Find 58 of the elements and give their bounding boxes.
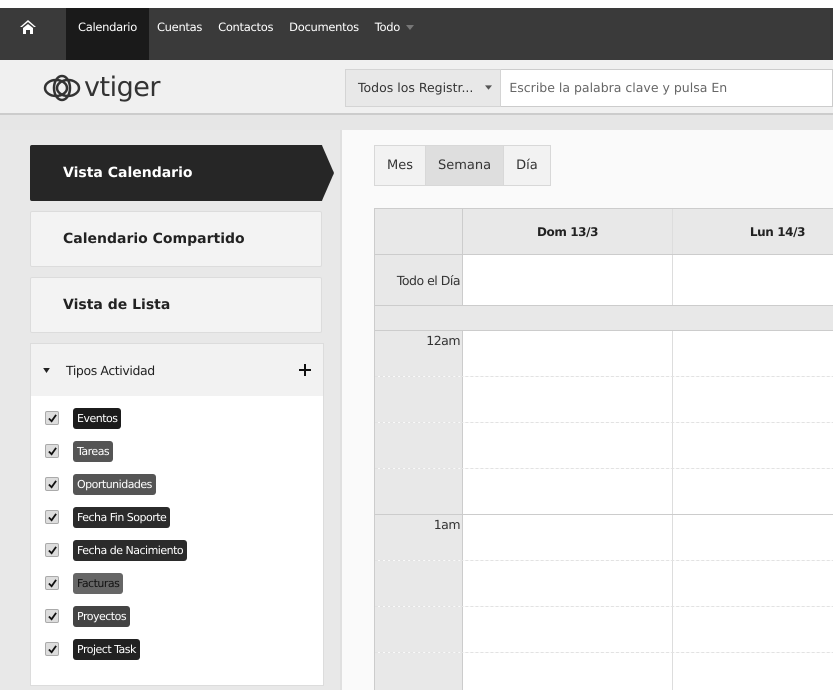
time-slot[interactable] <box>463 423 673 468</box>
checkbox[interactable] <box>45 510 59 524</box>
nav-tab[interactable]: Cuentas <box>148 8 210 60</box>
collapse-icon[interactable] <box>43 368 50 372</box>
time-slot[interactable] <box>463 331 673 376</box>
time-slot[interactable] <box>673 515 833 560</box>
nav-tab[interactable]: Calendario <box>66 8 149 60</box>
sidebar-item[interactable]: Calendario Compartido <box>30 211 322 267</box>
activity-tag: Facturas <box>73 572 124 594</box>
time-slot[interactable] <box>463 469 673 514</box>
home-icon[interactable] <box>20 20 36 34</box>
checkbox[interactable] <box>45 411 59 425</box>
activity-tag: Tareas <box>73 440 114 462</box>
checkbox[interactable] <box>45 543 59 557</box>
time-slot[interactable] <box>673 607 833 652</box>
day-header: Lun 14/3 <box>673 209 833 254</box>
time-slot[interactable] <box>673 561 833 606</box>
activity-tag: Project Task <box>73 638 140 660</box>
time-slot[interactable] <box>673 377 833 422</box>
checkbox[interactable] <box>45 477 59 491</box>
time-slot[interactable] <box>463 561 673 606</box>
time-slot[interactable] <box>673 423 833 468</box>
sidebar-item[interactable]: Vista de Lista <box>30 277 322 333</box>
caret-icon <box>485 85 492 90</box>
search-scope-dropdown[interactable]: Todos los Registr... <box>345 68 502 106</box>
activity-tag: Fecha de Nacimiento <box>73 540 188 560</box>
time-slot[interactable] <box>463 515 673 560</box>
logo-text: vtiger <box>84 72 160 103</box>
checkbox[interactable] <box>45 642 59 656</box>
activity-tag: Fecha Fin Soporte <box>73 506 170 528</box>
checkbox[interactable] <box>45 444 59 458</box>
search-field[interactable]: Escribe la palabra clave y pulsa En <box>501 68 833 106</box>
panel-title: Tipos Actividad <box>66 362 156 378</box>
time-slot[interactable] <box>673 469 833 514</box>
activity-tag: Oportunidades <box>73 474 156 494</box>
view-tab[interactable]: Día <box>503 145 551 186</box>
day-cell[interactable] <box>463 255 673 305</box>
activity-tag: Proyectos <box>73 606 130 626</box>
time-slot[interactable] <box>463 653 673 690</box>
time-cell: 1am <box>375 515 463 560</box>
day-cell[interactable] <box>673 255 833 305</box>
nav-tab[interactable]: Todo <box>366 8 422 60</box>
checkbox[interactable] <box>45 609 59 623</box>
sidebar-item[interactable]: Vista Calendario <box>30 145 334 201</box>
time-slot[interactable] <box>463 377 673 422</box>
time-cell: Todo el Día <box>375 255 463 305</box>
time-slot[interactable] <box>673 331 833 376</box>
nav-tab[interactable]: Contactos <box>210 8 282 60</box>
time-slot[interactable] <box>463 607 673 652</box>
add-icon[interactable] <box>299 364 311 376</box>
checkbox[interactable] <box>45 576 59 590</box>
view-tab[interactable]: Mes <box>374 145 426 186</box>
day-header: Dom 13/3 <box>463 209 673 254</box>
view-tab[interactable]: Semana <box>425 145 504 186</box>
activity-tag: Eventos <box>73 408 122 428</box>
logo-icon <box>42 72 82 102</box>
time-cell: 12am <box>375 331 463 376</box>
nav-tab[interactable]: Documentos <box>281 8 367 60</box>
